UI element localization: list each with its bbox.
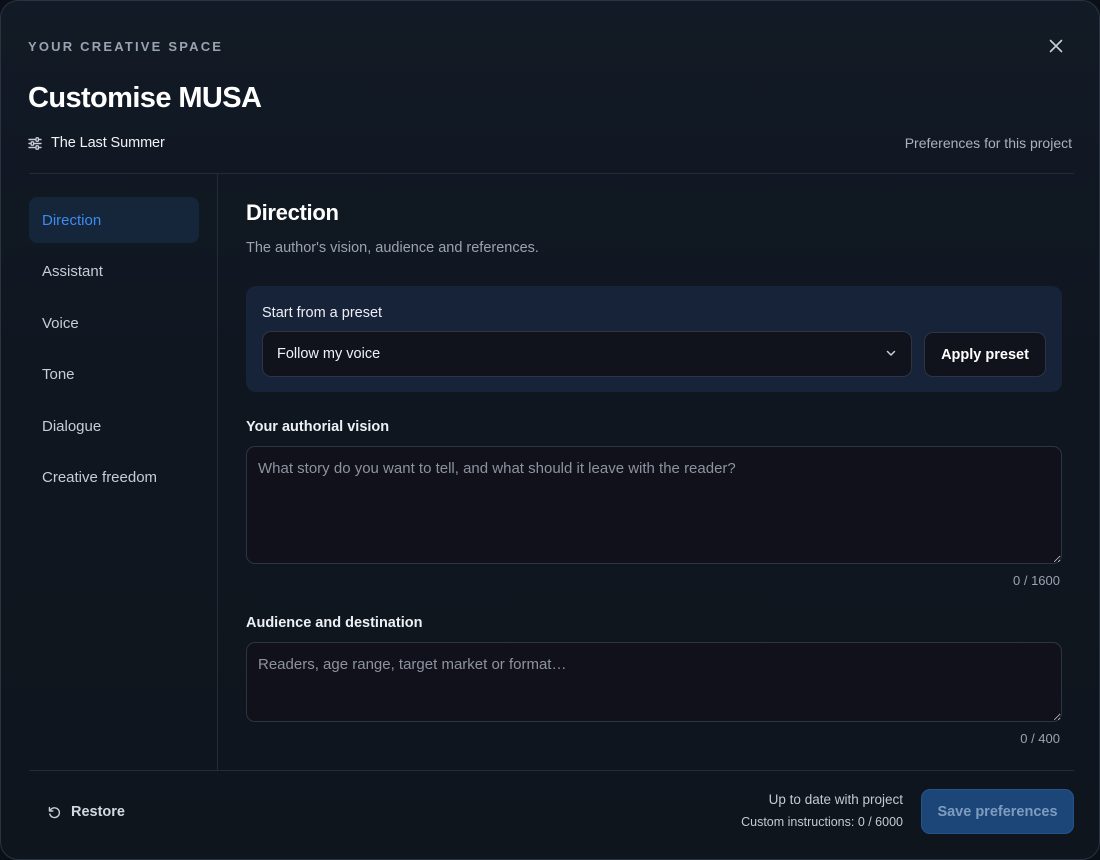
project-indicator: The Last Summer xyxy=(28,134,165,152)
footer-divider xyxy=(29,770,1074,771)
sidebar-item-tone[interactable]: Tone xyxy=(29,352,199,398)
sidebar-nav: Direction Assistant Voice Tone Dialogue … xyxy=(29,197,199,506)
section-description: The author's vision, audience and refere… xyxy=(246,240,539,256)
save-preferences-button[interactable]: Save preferences xyxy=(921,789,1074,834)
sidebar-item-assistant[interactable]: Assistant xyxy=(29,249,199,295)
header-divider xyxy=(29,173,1074,174)
sliders-icon xyxy=(28,136,42,150)
sidebar-item-voice[interactable]: Voice xyxy=(29,300,199,346)
vision-textarea[interactable] xyxy=(246,446,1062,564)
vision-char-counter: 0 / 1600 xyxy=(1013,573,1060,588)
chevron-down-icon xyxy=(886,350,896,356)
sync-status: Up to date with project xyxy=(768,792,903,807)
dialog-title: Customise MUSA xyxy=(28,82,262,114)
sidebar-item-creative-freedom[interactable]: Creative freedom xyxy=(29,455,199,501)
scope-note: Preferences for this project xyxy=(904,135,1072,151)
apply-preset-button[interactable]: Apply preset xyxy=(924,332,1046,377)
audience-label: Audience and destination xyxy=(246,615,423,631)
close-icon xyxy=(1049,39,1063,53)
dialog-eyebrow: YOUR CREATIVE SPACE xyxy=(28,39,224,54)
project-name: The Last Summer xyxy=(51,135,165,151)
sidebar-divider xyxy=(217,174,218,771)
restore-label: Restore xyxy=(71,804,125,820)
vision-label: Your authorial vision xyxy=(246,419,390,435)
audience-textarea[interactable] xyxy=(246,642,1062,722)
sidebar-item-direction[interactable]: Direction xyxy=(29,197,199,243)
close-button[interactable] xyxy=(1042,32,1070,60)
restore-button[interactable]: Restore xyxy=(47,802,125,822)
preset-select-value: Follow my voice xyxy=(277,346,381,362)
sidebar-item-dialogue[interactable]: Dialogue xyxy=(29,403,199,449)
preset-label: Start from a preset xyxy=(262,305,383,321)
audience-char-counter: 0 / 400 xyxy=(1020,731,1060,746)
preset-panel: Start from a preset Follow my voice Appl… xyxy=(246,286,1062,392)
restore-icon xyxy=(48,806,61,818)
section-title: Direction xyxy=(246,200,339,225)
preset-select[interactable]: Follow my voice xyxy=(262,331,912,377)
customise-dialog: YOUR CREATIVE SPACE Customise MUSA The L… xyxy=(0,0,1100,860)
instructions-count: Custom instructions: 0 / 6000 xyxy=(741,815,903,829)
